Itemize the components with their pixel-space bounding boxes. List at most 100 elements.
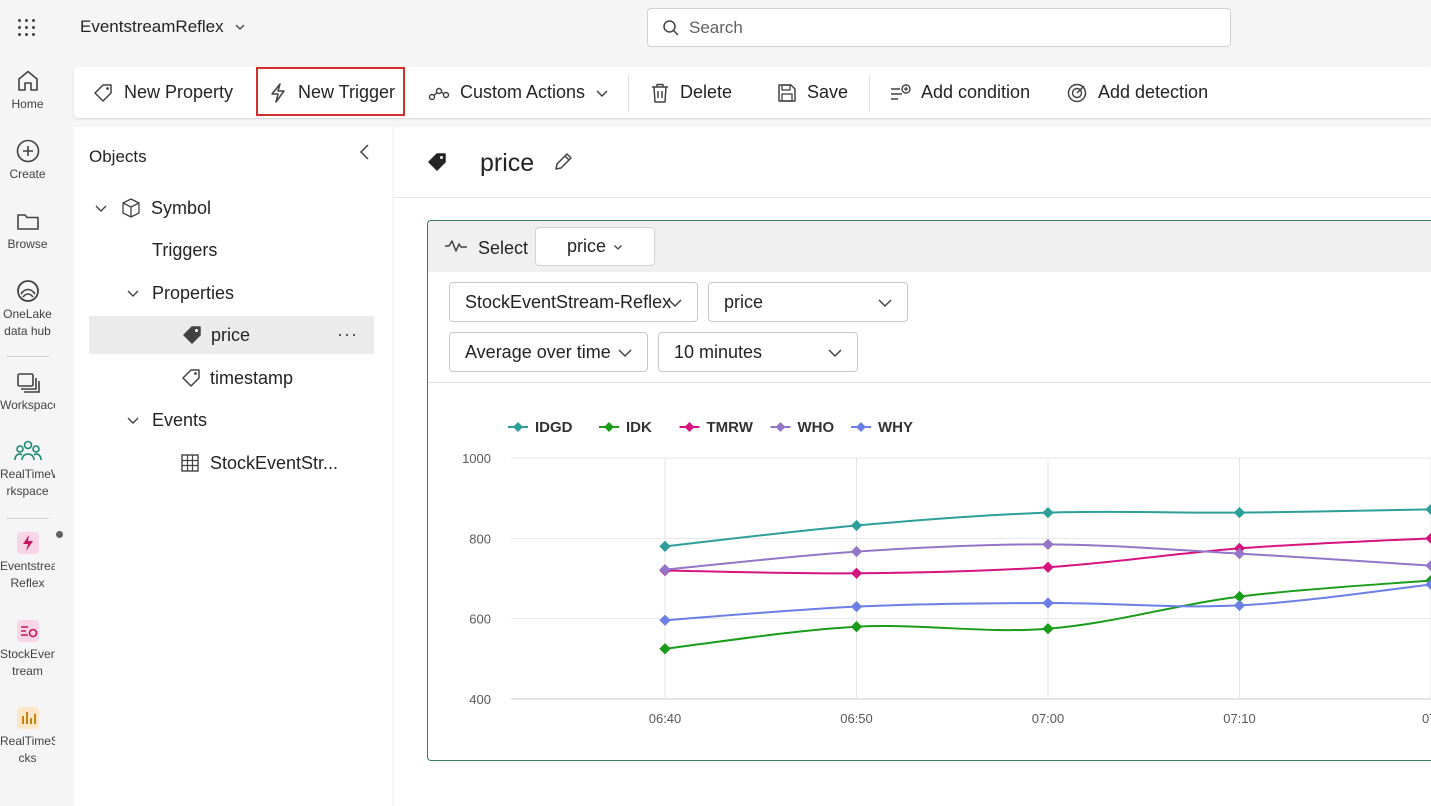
field-dropdown[interactable]: price [708, 282, 908, 322]
rail-workspaces[interactable]: Workspaces [0, 369, 55, 414]
panel-title: Objects [89, 147, 147, 166]
data-point-idk [1042, 623, 1054, 635]
tag-filled-icon [183, 326, 201, 344]
legend-label-tmrw: TMRW [707, 419, 754, 436]
tag-filled-icon [428, 153, 446, 171]
source-dropdown[interactable]: StockEventStream-Reflex [449, 282, 698, 322]
new-property-button[interactable]: New Property [92, 67, 233, 118]
legend-label-who: WHO [798, 419, 835, 436]
chevron-down-icon [614, 244, 622, 250]
tree-item-triggers[interactable]: Triggers [152, 231, 382, 269]
tree-item-symbol[interactable]: Symbol [94, 189, 374, 227]
rail-esr-label-2: Reflex [10, 576, 45, 590]
property-header: price [394, 127, 1431, 198]
aggregation-value: Average over time [465, 341, 611, 362]
delete-label: Delete [680, 82, 733, 102]
legend-label-idgd: IDGD [535, 419, 573, 436]
add-condition-button[interactable]: Add condition [889, 67, 1030, 118]
home-icon [17, 70, 38, 91]
add-condition-icon [891, 83, 911, 100]
save-button[interactable]: Save [777, 67, 848, 118]
onelake-icon [16, 280, 39, 302]
add-detection-button[interactable]: Add detection [1066, 67, 1208, 118]
legend-swatch-marker [604, 422, 614, 432]
y-tick-label: 800 [469, 531, 491, 546]
toolbar-divider [869, 74, 870, 112]
data-point-tmrw [850, 567, 863, 579]
tree-item-price[interactable]: price ··· [89, 316, 374, 354]
y-tick-label: 600 [469, 612, 491, 627]
data-point-why [1233, 599, 1246, 612]
rail-divider [6, 518, 49, 519]
legend-swatch-marker [775, 422, 786, 432]
tree-item-properties[interactable]: Properties [126, 274, 376, 312]
rail-divider [6, 356, 49, 357]
cube-icon [122, 198, 140, 218]
price-line-chart: 400 600 800 1000 06:40 06:50 07:00 07:10 07: IDGD… [462, 419, 1431, 726]
aggregation-dropdown[interactable]: Average over time [449, 332, 648, 372]
rail-browse[interactable]: Browse [0, 208, 55, 253]
rail-create[interactable]: Create [0, 138, 55, 183]
more-options-icon[interactable]: ··· [337, 324, 358, 345]
tree-item-events[interactable]: Events [126, 401, 376, 439]
delete-button[interactable]: Delete [650, 67, 732, 118]
x-tick-label: 07:00 [1032, 711, 1065, 726]
flow-icon [428, 87, 450, 100]
tree-item-stream[interactable]: StockEventStr... [180, 444, 380, 482]
x-tick-label: 07:10 [1223, 711, 1256, 726]
left-nav-rail: Home Create Browse OneLake data hub Work… [0, 58, 55, 806]
window-dropdown[interactable]: 10 minutes [658, 332, 858, 372]
plus-circle-icon [16, 139, 39, 163]
app-launcher-icon[interactable] [15, 16, 39, 40]
eventstream-icon [16, 620, 39, 642]
rail-stock-event-stream[interactable]: StockEventS tream [0, 618, 55, 680]
tree-label-stream: StockEventStr... [210, 452, 339, 473]
search-box[interactable] [647, 8, 1231, 47]
data-point-idgd [1233, 506, 1246, 519]
select-label: Select [478, 238, 529, 258]
chevron-down-icon [618, 349, 632, 358]
search-icon [663, 19, 679, 36]
legend-swatch-marker [856, 422, 866, 432]
tag-icon [182, 369, 200, 387]
chevron-down-icon [127, 290, 139, 297]
rail-browse-label: Browse [7, 237, 48, 251]
rail-ses-label-1: StockEventS [0, 647, 55, 661]
legend-swatch-marker [684, 422, 695, 432]
rail-realtime-stocks[interactable]: RealTimeSto cks [0, 705, 55, 767]
data-point-idk [659, 643, 671, 655]
data-point-why [850, 600, 863, 613]
rail-onelake[interactable]: OneLake data hub [0, 278, 55, 340]
tree-item-timestamp[interactable]: timestamp [180, 359, 380, 397]
new-property-label: New Property [124, 82, 234, 102]
workspaces-icon [16, 373, 40, 393]
chevron-down-icon [668, 299, 682, 308]
rail-home[interactable]: Home [0, 68, 55, 113]
item-title-dropdown[interactable]: EventstreamReflex [80, 17, 246, 37]
data-point-who [659, 564, 671, 576]
rail-realtime-workspace[interactable]: RealTimeWo rkspace [0, 438, 55, 500]
x-tick-label: 06:50 [840, 711, 873, 726]
report-icon [16, 707, 39, 729]
collapse-panel-icon[interactable] [357, 143, 373, 161]
tree-label-properties: Properties [152, 282, 235, 303]
data-point-why [659, 614, 671, 626]
rail-rtw-label-1: RealTimeWo [0, 467, 55, 481]
chevron-down-icon [95, 205, 107, 212]
data-point-idgd [1042, 506, 1054, 519]
rail-ses-label-2: tream [12, 664, 43, 678]
table-icon [181, 454, 199, 472]
legend-label-idk: IDK [626, 419, 652, 436]
objects-panel: Objects Symbol Triggers Properties price… [74, 127, 392, 806]
chevron-down-icon [828, 349, 842, 358]
data-point-idgd [850, 519, 863, 532]
search-input[interactable] [689, 17, 1189, 38]
field-value: price [724, 291, 764, 312]
custom-actions-button[interactable]: Custom Actions [428, 67, 609, 118]
edit-pencil-icon[interactable] [552, 151, 574, 173]
select-card: Select price StockEventStream-Reflex pri… [427, 220, 1431, 761]
data-point-who [1042, 538, 1054, 551]
detection-icon [1067, 83, 1087, 102]
rail-eventstream-reflex[interactable]: Eventstream Reflex [0, 530, 55, 592]
select-value-dropdown[interactable]: price [535, 227, 655, 266]
